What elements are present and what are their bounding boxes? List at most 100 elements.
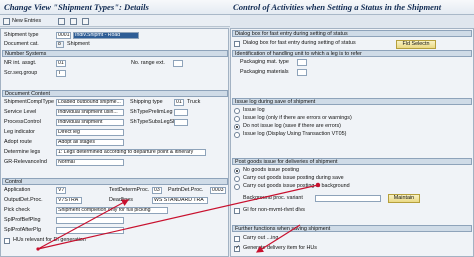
issue-log-header: Issue log during save of shipment (232, 98, 472, 105)
service-level-field[interactable]: Individual shipment usin... (56, 109, 124, 116)
deadlines-label: Deadlines (109, 197, 133, 203)
background-variant-field[interactable] (315, 195, 381, 202)
packaging-materials-field[interactable] (297, 69, 307, 76)
carry-out-label: Carry out ...ing (243, 235, 279, 241)
handling-unit-header: Identification of handling unit to which… (232, 50, 472, 57)
issue-log-vt05-label: Issue log (Display Using Transaction VT0… (243, 131, 347, 137)
maintain-button[interactable]: Maintain (388, 194, 420, 203)
sh-type-prelim-leg-field[interactable] (174, 109, 188, 116)
process-control-label: ProcessControl (4, 119, 41, 125)
document-content-header: Document Content (2, 90, 228, 97)
shipment-type-label: Shipment type (4, 32, 39, 38)
process-control-field[interactable]: Individual shipment (56, 119, 124, 126)
issue-log-errors-label: Issue log (only if there are errors or w… (243, 115, 352, 121)
shipment-type-code-field[interactable]: 0001 (56, 32, 71, 39)
partn-det-field[interactable]: 0003 (210, 187, 226, 194)
dialog-box-checkbox-label: Dialog box for fast entry during setting… (243, 40, 356, 46)
no-goods-issue-radio[interactable] (234, 168, 240, 174)
partn-det-label: PartnDet.Proc. (168, 187, 204, 193)
no-goods-issue-label: No goods issue posting (243, 167, 300, 173)
control-header: Control (2, 178, 228, 185)
text-determ-field[interactable]: 03 (152, 187, 162, 194)
packaging-materials-label: Packaging materials (240, 69, 289, 75)
title-bar: Change View "Shipment Types": Details Co… (0, 0, 474, 15)
nr-ext-assgt-field[interactable] (173, 60, 183, 67)
number-systems-header: Number Systems (2, 50, 228, 57)
hu-relevant-checkbox[interactable] (4, 238, 10, 244)
shipment-compl-type-label: ShipmentComplType (4, 99, 55, 105)
goods-issue-background-radio[interactable] (234, 184, 240, 190)
adopt-route-field[interactable]: Adopt all stages (56, 139, 124, 146)
save-icon[interactable] (82, 17, 89, 25)
copy-icon[interactable] (58, 17, 65, 25)
new-entries-label: New Entries (12, 18, 42, 24)
goods-issue-save-radio[interactable] (234, 176, 240, 182)
generate-delivery-label: Generate delivery item for HUs (243, 245, 317, 251)
delete-icon[interactable] (70, 17, 77, 25)
shipping-type-field[interactable]: 01 (174, 99, 184, 106)
adopt-route-label: Adopt route (4, 139, 32, 145)
new-entries-icon (3, 17, 10, 25)
leg-indicator-label: Leg indicator (4, 129, 35, 135)
left-page-title: Change View "Shipment Types": Details (4, 2, 149, 12)
nr-int-assgt-label: NR int. assgt. (4, 60, 37, 66)
dialog-box-header: Dialog box for fast entry during setting… (232, 30, 472, 37)
spl-prof-bef-plng-field[interactable] (56, 217, 124, 224)
text-determ-label: TextDetermProc. (109, 187, 150, 193)
sh-type-sub-leg-label: ShTypeSubsLegSh (130, 119, 177, 125)
new-entries-button[interactable]: New Entries (3, 17, 41, 25)
application-label: Application (4, 187, 31, 193)
packaging-mat-type-label: Packaging mat. type (240, 59, 289, 65)
toolbar: New Entries (0, 15, 230, 27)
shipping-type-name: Truck (187, 99, 201, 105)
application-field[interactable]: V7 (56, 187, 66, 194)
background-variant-label: Background proc. variant (243, 195, 303, 201)
determine-legs-label: Determine legs (4, 149, 41, 155)
nr-int-assgt-field[interactable]: 01 (56, 60, 66, 67)
scr-seq-group-label: Scr.seq.group (4, 70, 38, 76)
hu-relevant-label: HUs relevant for DI generation (13, 237, 86, 243)
issue-log-option-label: Issue log (243, 107, 265, 113)
sh-type-prelim-leg-label: ShTypePrelimLeg (130, 109, 173, 115)
issue-log-vt05-radio[interactable] (234, 132, 240, 138)
issue-log-errors-radio[interactable] (234, 116, 240, 122)
shipment-type-panel: Shipment type 0001 Indiv.Shipmt - Road D… (0, 28, 229, 257)
packaging-mat-type-field[interactable] (297, 59, 307, 66)
gi-non-mvmt-checkbox[interactable] (234, 208, 240, 214)
spl-prof-bef-plng-label: SplProfBefPlng (4, 217, 41, 223)
goods-issue-background-label: Carry out goods issue posting in backgro… (243, 183, 350, 189)
document-cat-label: Document cat. (4, 41, 39, 47)
shipment-compl-type-field[interactable]: Loaded outbound shipme... (56, 99, 124, 106)
activities-panel: Dialog box for fast entry during setting… (230, 28, 474, 257)
sh-type-sub-leg-field[interactable] (174, 119, 188, 126)
no-issue-log-radio[interactable] (234, 124, 240, 130)
leg-indicator-field[interactable]: Direct leg (56, 129, 124, 136)
gi-non-mvmt-label: GI for non-mvmt-rlvnt dlvs (243, 207, 306, 213)
output-det-field[interactable]: V7STRA (56, 197, 82, 204)
document-cat-field: 8 (56, 41, 64, 48)
field-selection-button[interactable]: Fld Selectn (396, 40, 436, 49)
determine-legs-field[interactable]: 1: Legs determined according to departur… (56, 149, 206, 156)
gr-relevance-field[interactable]: Normal (56, 159, 124, 166)
gr-relevance-label: GR-RelevanceInd (4, 159, 47, 165)
generate-delivery-checkbox[interactable] (234, 244, 240, 252)
pick-check-field[interactable]: Shipment completion only for full pickin… (56, 207, 168, 214)
scr-seq-group-field[interactable]: T (56, 70, 66, 77)
deadlines-field[interactable]: WS STANDARD TRA (152, 197, 208, 204)
shipping-type-label: Shipping type (130, 99, 163, 105)
nr-ext-assgt-label: No. range ext. (131, 60, 165, 66)
spl-prof-after-plng-label: SplProfAfterPlg (4, 227, 41, 233)
dialog-box-checkbox[interactable] (234, 41, 240, 47)
post-goods-issue-header: Post goods issue for deliveries of shipm… (232, 158, 472, 165)
no-issue-log-label: Do not issue log (save if there are erro… (243, 123, 341, 129)
document-cat-name: Shipment (67, 41, 90, 47)
goods-issue-save-label: Carry out goods issue posting during sav… (243, 175, 344, 181)
spl-prof-after-plng-field[interactable] (56, 227, 124, 234)
right-page-title: Control of Activities when Setting a Sta… (233, 2, 442, 12)
output-det-label: OutputDet.Proc. (4, 197, 43, 203)
shipment-type-name-field[interactable]: Indiv.Shipmt - Road (73, 32, 139, 39)
service-level-label: Service Level (4, 109, 37, 115)
issue-log-radio[interactable] (234, 108, 240, 114)
pick-check-label: Pick check (4, 207, 30, 213)
carry-out-checkbox[interactable] (234, 236, 240, 242)
